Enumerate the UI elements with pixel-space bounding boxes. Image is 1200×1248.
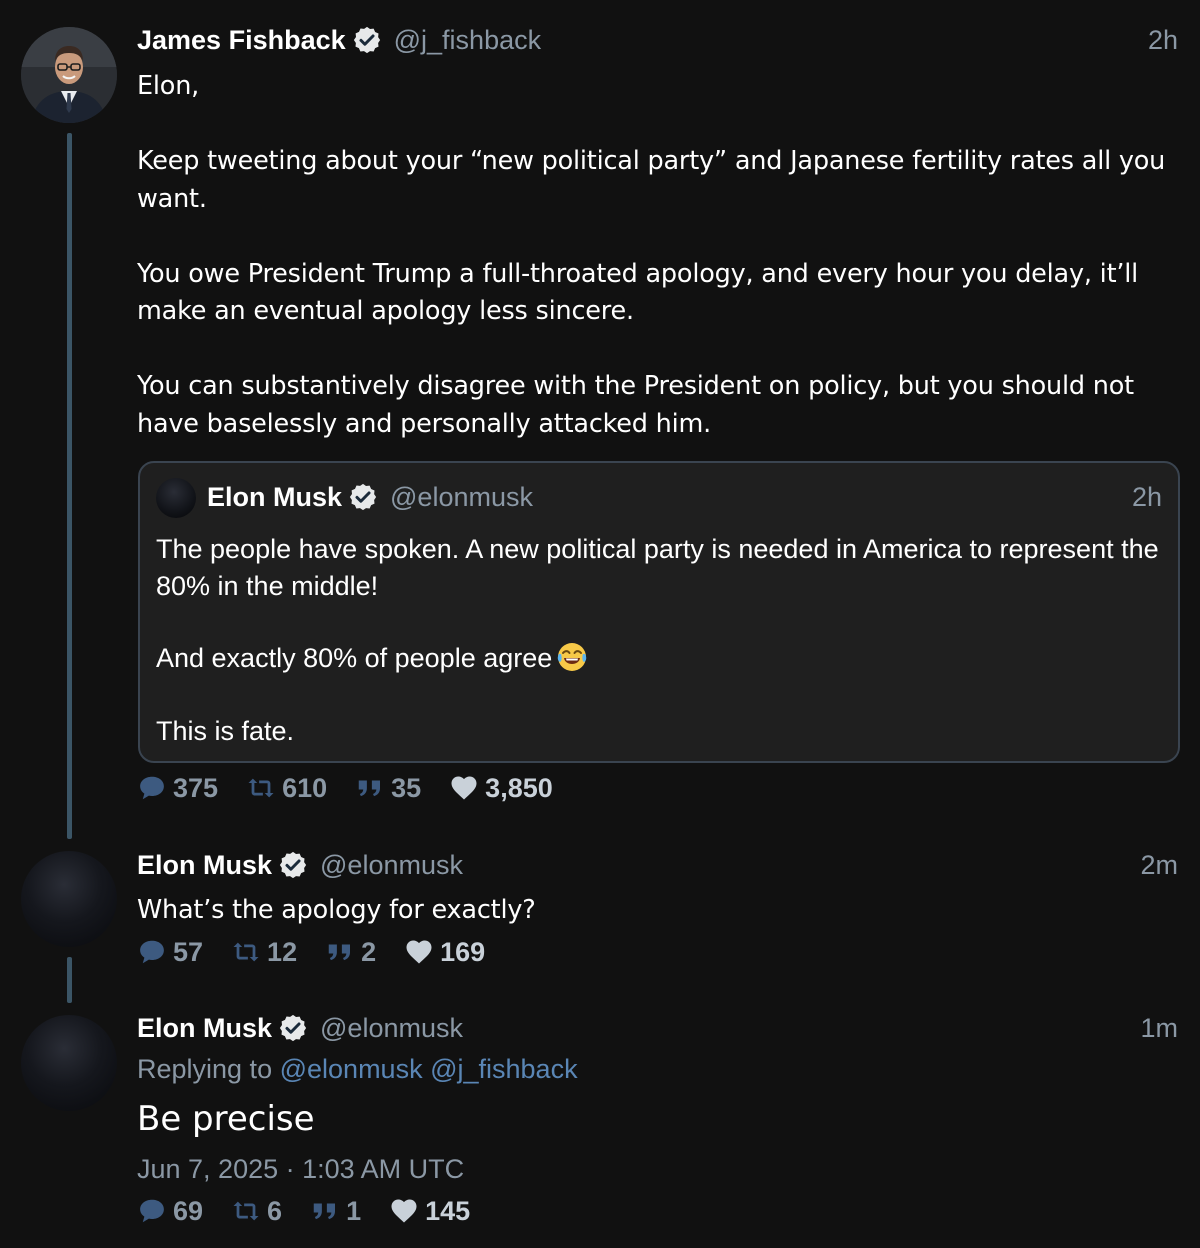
tweet-text: Elon, Keep tweeting about your “new poli… <box>137 68 1182 443</box>
tweet-paragraph: This is fate. <box>156 715 295 746</box>
verified-badge-icon <box>348 482 378 512</box>
tweet-time[interactable]: 2m <box>1140 850 1178 881</box>
avatar[interactable] <box>21 851 117 947</box>
heart-icon <box>449 773 479 803</box>
retweet-count: 6 <box>267 1195 283 1226</box>
author-name[interactable]: Elon Musk <box>137 850 272 881</box>
quote-icon <box>310 1196 340 1226</box>
tweet-paragraph: Elon, <box>137 71 200 101</box>
verified-badge-icon <box>352 25 382 55</box>
quote-button[interactable]: 1 <box>310 1196 361 1227</box>
like-count: 145 <box>425 1195 471 1226</box>
thread-connector <box>67 957 72 1003</box>
tweet-paragraph: The people have spoken. A new political … <box>156 534 1159 601</box>
tweet-paragraph: Keep tweeting about your “new political … <box>137 146 1166 214</box>
author-handle[interactable]: @elonmusk <box>320 850 463 881</box>
tweet-stats: 375 610 35 3,850 <box>137 770 581 806</box>
quote-icon <box>355 773 385 803</box>
tweet-paragraph-text: And exactly 80% of people agree <box>156 643 553 673</box>
heart-icon <box>389 1196 419 1226</box>
replying-label: Replying to <box>137 1054 273 1084</box>
replying-to: Replying to @elonmusk @j_fishback <box>137 1054 578 1085</box>
reply-icon <box>137 937 167 967</box>
retweet-button[interactable]: 610 <box>246 773 327 804</box>
quote-icon <box>325 937 355 967</box>
face-with-tears-of-joy-icon <box>558 643 587 671</box>
retweet-button[interactable]: 12 <box>231 937 297 968</box>
author-name[interactable]: Elon Musk <box>137 1013 272 1044</box>
tweet-time[interactable]: 2h <box>1148 25 1178 56</box>
like-button[interactable]: 3,850 <box>449 773 553 804</box>
tweet-time[interactable]: 1m <box>1140 1013 1178 1044</box>
quote-button[interactable]: 2 <box>325 937 376 968</box>
tweet-thread: James Fishback @j_fishback 2h Elon, Keep… <box>0 0 1200 1248</box>
tweet-text: Be precise <box>137 1099 315 1139</box>
tweet-text: What’s the apology for exactly? <box>137 892 1182 930</box>
retweet-button[interactable]: 6 <box>231 1196 282 1227</box>
quote-button[interactable]: 35 <box>355 773 421 804</box>
tweet-paragraph: You can substantively disagree with the … <box>137 371 1134 439</box>
quote-count: 1 <box>346 1195 362 1226</box>
retweet-icon <box>231 1196 261 1226</box>
verified-badge-icon <box>278 850 308 880</box>
avatar[interactable] <box>156 478 196 518</box>
like-count: 3,850 <box>485 772 553 803</box>
retweet-count: 610 <box>282 772 328 803</box>
tweet-time[interactable]: 2h <box>1132 482 1162 513</box>
heart-icon <box>404 937 434 967</box>
reply-count: 57 <box>173 936 204 967</box>
quote-count: 2 <box>361 936 377 967</box>
like-button[interactable]: 145 <box>389 1196 470 1227</box>
tweet-stats: 69 6 1 145 <box>137 1193 498 1229</box>
reply-icon <box>137 1196 167 1226</box>
quoted-tweet-text: The people have spoken. A new political … <box>156 531 1162 749</box>
author-handle[interactable]: @j_fishback <box>394 25 541 56</box>
mention-link[interactable]: @elonmusk <box>280 1054 423 1084</box>
quote-count: 35 <box>391 772 422 803</box>
retweet-count: 12 <box>267 936 298 967</box>
verified-badge-icon <box>278 1013 308 1043</box>
retweet-icon <box>231 937 261 967</box>
mention-link[interactable]: @j_fishback <box>430 1054 577 1084</box>
reply-button[interactable]: 375 <box>137 773 218 804</box>
author-handle[interactable]: @elonmusk <box>390 482 533 513</box>
tweet-james-fishback[interactable]: James Fishback @j_fishback 2h Elon, Keep… <box>0 0 1200 840</box>
avatar[interactable] <box>21 1015 117 1111</box>
person-photo-avatar <box>21 27 117 123</box>
reply-button[interactable]: 57 <box>137 937 203 968</box>
like-button[interactable]: 169 <box>404 937 485 968</box>
tweet-stats: 57 12 2 169 <box>137 934 513 970</box>
reply-count: 375 <box>173 772 219 803</box>
author-name[interactable]: Elon Musk <box>207 482 342 513</box>
tweet-header: Elon Musk @elonmusk 2m <box>137 848 1178 882</box>
tweet-paragraph: What’s the apology for exactly? <box>137 895 536 925</box>
tweet-timestamp[interactable]: Jun 7, 2025 · 1:03 AM UTC <box>137 1154 464 1185</box>
tweet-header: Elon Musk @elonmusk 1m <box>137 1011 1178 1045</box>
author-name[interactable]: James Fishback <box>137 25 346 56</box>
tweet-header: James Fishback @j_fishback 2h <box>137 23 1178 57</box>
retweet-icon <box>246 773 276 803</box>
avatar[interactable] <box>21 27 117 123</box>
reply-count: 69 <box>173 1195 204 1226</box>
reply-icon <box>137 773 167 803</box>
tweet-paragraph: You owe President Trump a full-throated … <box>137 258 1139 327</box>
reply-button[interactable]: 69 <box>137 1196 203 1227</box>
author-handle[interactable]: @elonmusk <box>320 1013 463 1044</box>
quoted-tweet-header: Elon Musk @elonmusk 2h <box>207 480 1162 514</box>
quoted-tweet[interactable]: Elon Musk @elonmusk 2h The people have s… <box>138 461 1180 763</box>
tweet-paragraph: And exactly 80% of people agree <box>156 640 1162 677</box>
like-count: 169 <box>440 936 486 967</box>
